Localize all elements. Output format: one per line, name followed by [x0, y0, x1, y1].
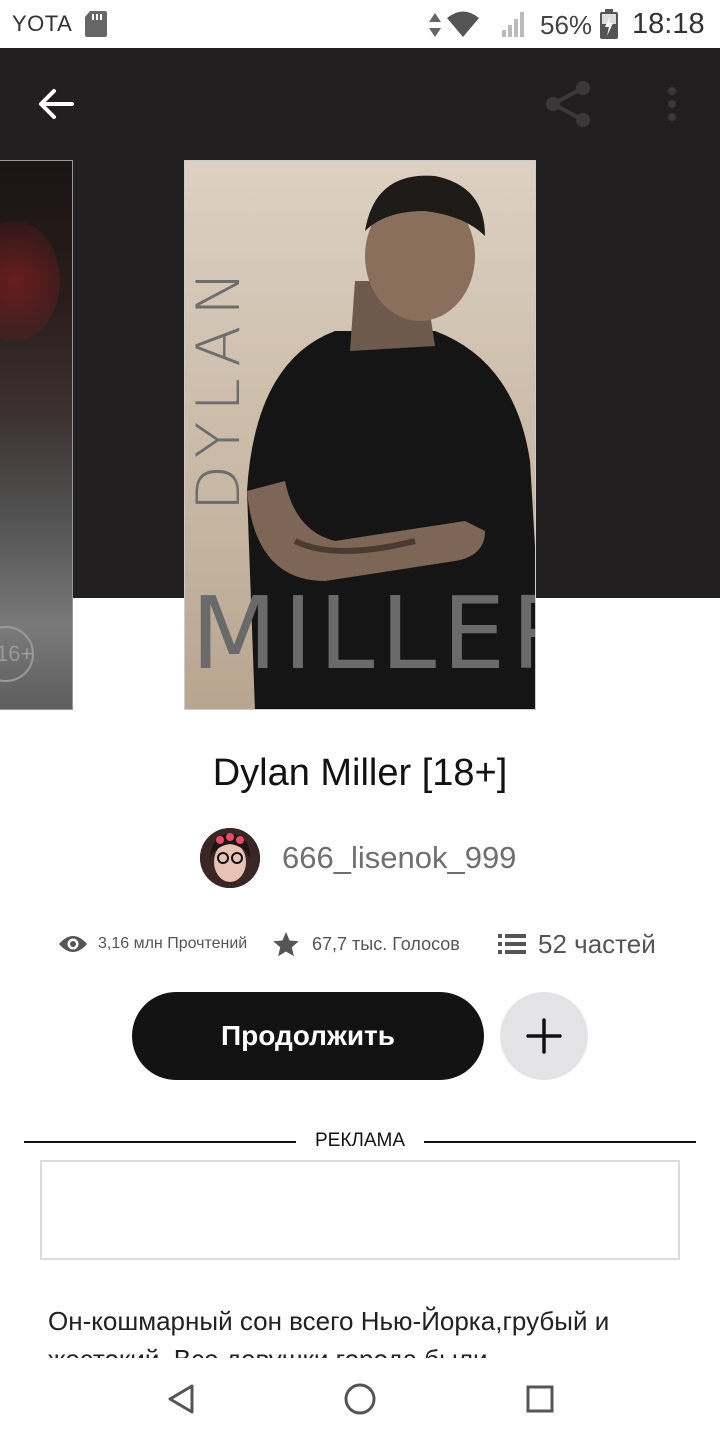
nav-back-button[interactable] — [156, 1376, 206, 1422]
ad-divider-left — [24, 1141, 296, 1143]
carrier-label: YOTA — [12, 11, 73, 36]
parts-stat: 52 частей — [498, 922, 656, 966]
sd-card-icon — [85, 11, 107, 37]
parts-count: 52 частей — [538, 928, 656, 959]
author-name: 666_lisenok_999 — [282, 840, 517, 875]
ad-container[interactable] — [40, 1160, 680, 1260]
ad-divider-right — [424, 1141, 696, 1143]
add-to-library-button[interactable] — [500, 992, 588, 1080]
list-icon — [498, 933, 526, 955]
battery-percent: 56% — [540, 10, 593, 40]
author-avatar-image — [200, 828, 260, 888]
more-options-button[interactable] — [650, 76, 694, 132]
eye-icon — [58, 933, 88, 955]
cover-bottom-title: MILLER — [191, 575, 535, 692]
data-arrows-icon — [429, 13, 441, 37]
reads-stat: 3,16 млн Прочтений — [58, 922, 247, 966]
back-triangle-icon — [168, 1384, 194, 1414]
plus-icon — [526, 1018, 562, 1054]
clock: 18:18 — [632, 8, 705, 40]
author-link[interactable]: 666_lisenok_999 — [200, 828, 516, 888]
age-rating-text: 16+ — [0, 641, 34, 666]
cover-vertical-title: DYLAN — [184, 260, 254, 512]
book-stats: 3,16 млн Прочтений 67,7 тыс. Голосов 52 … — [58, 922, 678, 966]
reads-count: 3,16 млн Прочтений — [98, 935, 248, 952]
status-bar: YOTA 56% 18:18 — [0, 0, 720, 48]
star-icon — [272, 931, 300, 957]
nav-home-button[interactable] — [335, 1376, 385, 1422]
share-button[interactable] — [540, 76, 596, 132]
avatar — [200, 828, 260, 888]
cover-vertical-title-wrap: DYLAN — [185, 191, 254, 581]
book-description[interactable]: Он-кошмарный сон всего Нью-Йорка,грубый … — [48, 1302, 678, 1364]
home-circle-icon — [344, 1383, 376, 1415]
battery-charging-icon — [600, 9, 618, 39]
votes-count: 67,7 тыс. Голосов — [312, 933, 460, 954]
system-navigation-bar — [0, 1358, 720, 1440]
book-title: Dylan Miller [18+] — [212, 752, 508, 794]
continue-reading-button[interactable]: Продолжить — [132, 992, 484, 1080]
back-button[interactable] — [28, 80, 84, 128]
recents-square-icon — [526, 1385, 554, 1413]
cover-decoration — [0, 221, 60, 341]
signal-icon — [502, 12, 524, 37]
votes-stat: 67,7 тыс. Голосов — [272, 922, 460, 966]
book-cover[interactable]: DYLAN MILLER — [184, 160, 536, 710]
more-vertical-icon — [668, 87, 676, 121]
ad-label: РЕКЛАМА — [314, 1130, 406, 1151]
nav-recents-button[interactable] — [515, 1376, 565, 1422]
wifi-icon — [447, 11, 479, 37]
arrow-left-icon — [39, 89, 74, 119]
previous-book-cover[interactable]: 16+ — [0, 160, 73, 710]
share-icon — [546, 81, 590, 127]
